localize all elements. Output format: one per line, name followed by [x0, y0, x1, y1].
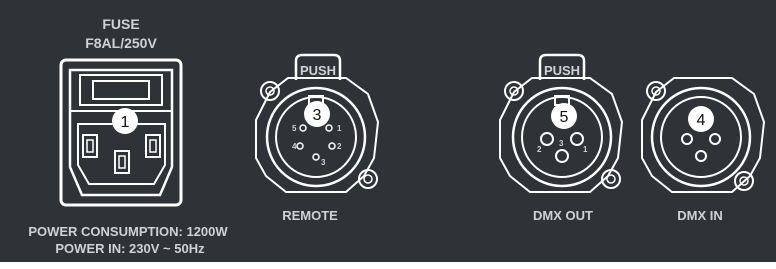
- dmx-in-badge-number: 4: [697, 112, 706, 129]
- dmx-in-label: DMX IN: [677, 208, 723, 223]
- remote-pin-1: 1: [337, 124, 342, 133]
- remote-badge-number: 3: [313, 107, 322, 124]
- fuse-rating-label: F8AL/250V: [85, 35, 157, 51]
- power-in-label: POWER IN: 230V ~ 50Hz: [55, 241, 205, 256]
- dmx-out-badge-number: 5: [560, 109, 569, 126]
- dmx-out-pin-2: 2: [537, 145, 542, 154]
- dmx-out-pin-3: 3: [559, 139, 564, 148]
- remote-label: REMOTE: [282, 208, 338, 223]
- remote-pin-5: 5: [292, 124, 297, 133]
- dmx-out-push-label: PUSH: [544, 63, 580, 78]
- dmx-out-pin-1: 1: [583, 145, 588, 154]
- panel-bottom-edge: [0, 262, 776, 269]
- rear-panel-diagram: FUSE F8AL/250V 1 POWER CONSUMPTION: 1200…: [0, 0, 776, 269]
- dmx-out-label: DMX OUT: [533, 208, 593, 223]
- remote-push-label: PUSH: [300, 63, 336, 78]
- remote-pin-3: 3: [321, 158, 326, 167]
- power-badge-number: 1: [121, 114, 130, 131]
- remote-pin-4: 4: [292, 142, 297, 151]
- power-consumption-label: POWER CONSUMPTION: 1200W: [28, 224, 228, 239]
- fuse-label: FUSE: [102, 16, 139, 32]
- remote-pin-2: 2: [337, 142, 342, 151]
